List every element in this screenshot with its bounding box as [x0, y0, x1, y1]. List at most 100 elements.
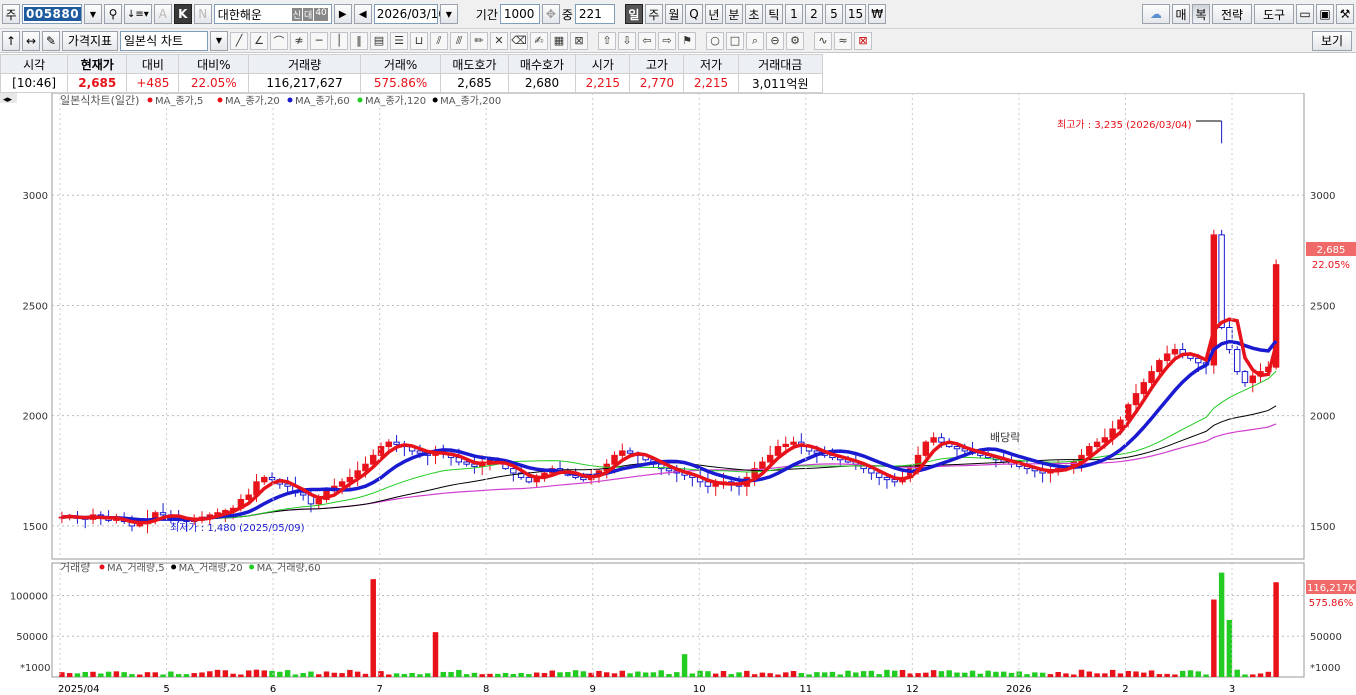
- up-arrow-icon[interactable]: ↑: [2, 30, 20, 51]
- volume-bar: [619, 670, 626, 677]
- arrow-down-icon[interactable]: ⇩: [618, 31, 636, 50]
- a-button[interactable]: A: [153, 4, 172, 24]
- stock-code-input[interactable]: 005880: [22, 4, 82, 24]
- multi-button[interactable]: 복: [1192, 4, 1210, 24]
- volume-bar: [565, 672, 571, 677]
- flag-icon[interactable]: ⚑: [678, 31, 696, 50]
- cycle-icon[interactable]: ⊔: [410, 31, 428, 50]
- interval-day[interactable]: 일: [624, 4, 643, 24]
- text-icon[interactable]: ▦: [550, 31, 568, 50]
- volume-bar: [74, 673, 81, 677]
- move-icon[interactable]: ✥: [541, 4, 560, 24]
- candle-body: [766, 454, 774, 463]
- multi-vline-icon[interactable]: ‖: [350, 31, 368, 50]
- trendline-icon[interactable]: ╱: [230, 31, 248, 50]
- tools-button[interactable]: 도구: [1254, 4, 1294, 24]
- interval-5[interactable]: 5: [824, 4, 843, 24]
- k-button[interactable]: K: [173, 4, 192, 24]
- volume-bar: [1242, 674, 1248, 677]
- fan-icon[interactable]: ≉: [290, 31, 308, 50]
- zoom-icon[interactable]: ⌕: [746, 31, 764, 50]
- interval-year[interactable]: 년: [704, 4, 723, 24]
- interval-month[interactable]: 월: [664, 4, 683, 24]
- period-input[interactable]: 1000: [499, 4, 540, 24]
- chart-type-select[interactable]: 일본식 차트: [120, 30, 208, 51]
- volume-bar: [261, 670, 267, 677]
- market-select[interactable]: 주: [2, 4, 20, 24]
- vline-icon[interactable]: │: [330, 31, 348, 50]
- stock-name-field[interactable]: 대한해운 신 대 40: [213, 4, 332, 24]
- calendar-dropdown-icon[interactable]: ▼: [439, 4, 458, 24]
- date-field[interactable]: 2026/03/16: [373, 4, 446, 24]
- y-tick-label: 3000: [23, 191, 48, 202]
- interval-2[interactable]: 2: [804, 4, 823, 24]
- arrow-right-icon[interactable]: ⇨: [658, 31, 676, 50]
- volume-bar: [666, 674, 672, 677]
- arrow-up-icon[interactable]: ⇧: [598, 31, 616, 50]
- stock-chart[interactable]: ◂▸ 1500 1500 2000 2000 2500 2500 3000 3000 5000…: [0, 93, 1356, 695]
- delete-icon[interactable]: ⊠: [854, 31, 872, 50]
- wave-icon[interactable]: ∿: [814, 31, 832, 50]
- volume-legend-marker: [99, 564, 105, 570]
- code-dropdown-icon[interactable]: ▼: [84, 4, 102, 24]
- interval-15[interactable]: 15: [844, 4, 867, 24]
- edit-icon[interactable]: ✎: [42, 30, 60, 51]
- wrench-icon[interactable]: ⚒: [1336, 4, 1354, 24]
- interval-week[interactable]: 주: [644, 4, 663, 24]
- search-icon[interactable]: ⚲: [104, 4, 122, 24]
- play-right-icon[interactable]: ▶: [333, 4, 352, 24]
- won-icon[interactable]: ₩: [868, 4, 887, 24]
- count-input[interactable]: 221: [574, 4, 615, 24]
- wave2-icon[interactable]: ≈: [834, 31, 852, 50]
- interval-quarter[interactable]: Q: [684, 4, 703, 24]
- interval-1[interactable]: 1: [784, 4, 803, 24]
- chart-type-dropdown-icon[interactable]: ▼: [210, 30, 228, 51]
- interval-tick[interactable]: 틱: [764, 4, 783, 24]
- volume-bar: [1273, 582, 1279, 677]
- grid-icon[interactable]: ▤: [370, 31, 388, 50]
- angle-icon[interactable]: ∠: [250, 31, 268, 50]
- x-tick-label: 8: [483, 684, 489, 695]
- cross-icon[interactable]: ✕: [490, 31, 508, 50]
- x-tick-label: 5: [163, 684, 169, 695]
- channel-icon[interactable]: ⫽: [430, 31, 448, 50]
- volume-bar: [1148, 670, 1155, 677]
- strategy-button[interactable]: 전략: [1212, 4, 1252, 24]
- x-tick-label: 2025/04: [58, 684, 100, 695]
- volume-bar: [930, 670, 937, 677]
- volume-bar: [199, 672, 205, 677]
- candle-body: [268, 476, 276, 481]
- cloud-icon[interactable]: ☁: [1142, 4, 1170, 24]
- settings-icon[interactable]: ⚙: [786, 31, 804, 50]
- circle-icon[interactable]: ○: [706, 31, 724, 50]
- rect-icon[interactable]: □: [726, 31, 744, 50]
- volume-bar: [674, 672, 680, 677]
- zoom-out-icon[interactable]: ⊖: [766, 31, 784, 50]
- interval-second[interactable]: 초: [744, 4, 763, 24]
- volume-bar: [829, 671, 836, 677]
- arrow-left-icon[interactable]: ⇦: [638, 31, 656, 50]
- save-icon[interactable]: ▣: [1316, 4, 1334, 24]
- shape-icon[interactable]: ⊠: [570, 31, 588, 50]
- hline-icon[interactable]: ─: [310, 31, 328, 50]
- folder-icon[interactable]: ▭: [1296, 4, 1314, 24]
- arc-icon[interactable]: ⌒: [270, 31, 288, 50]
- view-button[interactable]: 보기: [1312, 30, 1352, 51]
- play-left-icon[interactable]: ◀: [353, 4, 372, 24]
- expand-horizontal-icon[interactable]: ↔: [22, 30, 40, 51]
- interval-minute[interactable]: 분: [724, 4, 743, 24]
- pencil-icon[interactable]: ✏: [470, 31, 488, 50]
- legend-marker: [357, 97, 363, 103]
- trade-button[interactable]: 매: [1172, 4, 1190, 24]
- fibo-icon[interactable]: ☰: [390, 31, 408, 50]
- sort-icon[interactable]: ↓≡▾: [124, 4, 152, 24]
- n-button[interactable]: N: [193, 4, 212, 24]
- parallel-icon[interactable]: ⫻: [450, 31, 468, 50]
- note-icon[interactable]: ✍: [530, 31, 548, 50]
- price-indicator-button[interactable]: 가격지표: [62, 30, 118, 51]
- volume-bar: [1078, 669, 1085, 677]
- eraser-icon[interactable]: ⌫: [510, 31, 528, 50]
- volume-bar: [658, 670, 664, 677]
- volume-bar: [1125, 671, 1131, 677]
- volume-bar: [1117, 673, 1124, 677]
